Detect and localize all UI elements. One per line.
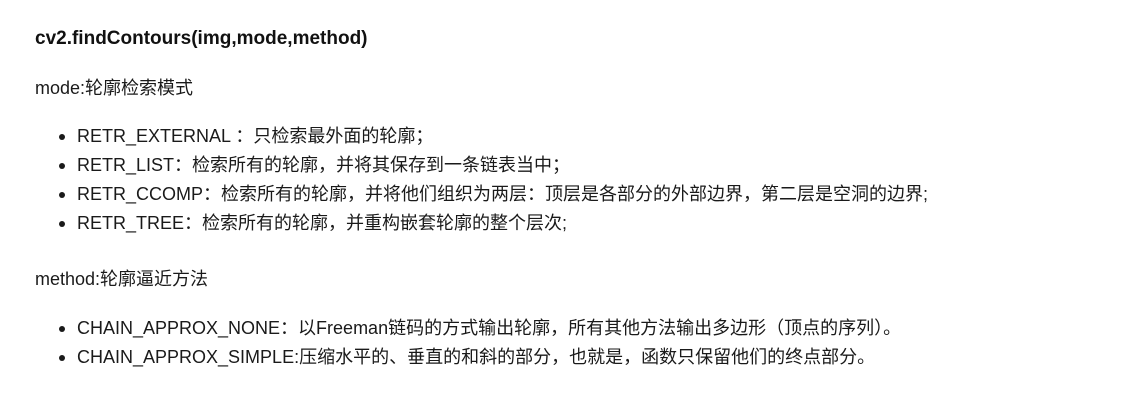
- mode-options-list: RETR_EXTERNAL ：只检索最外面的轮廓； RETR_LIST：检索所有…: [35, 122, 928, 238]
- list-item-retr-external: RETR_EXTERNAL ：只检索最外面的轮廓；: [35, 122, 928, 151]
- bullet-icon: [59, 326, 65, 332]
- mode-heading: mode:轮廓检索模式: [35, 78, 194, 98]
- bullet-icon: [59, 355, 65, 361]
- list-item-retr-tree: RETR_TREE：检索所有的轮廓，并重构嵌套轮廓的整个层次;: [35, 209, 928, 238]
- list-item-text: RETR_EXTERNAL ：只检索最外面的轮廓；: [77, 126, 434, 146]
- method-options-list: CHAIN_APPROX_NONE：以Freeman链码的方式输出轮廓，所有其他…: [35, 314, 901, 372]
- document-page: cv2.findContours(img,mode,method) mode:轮…: [0, 0, 1136, 404]
- list-item-text: RETR_LIST：检索所有的轮廓，并将其保存到一条链表当中；: [77, 155, 571, 175]
- list-item-text: CHAIN_APPROX_SIMPLE:压缩水平的、垂直的和斜的部分，也就是，函…: [77, 347, 876, 367]
- list-item-chain-approx-none: CHAIN_APPROX_NONE：以Freeman链码的方式输出轮廓，所有其他…: [35, 314, 901, 343]
- list-item-text: RETR_CCOMP：检索所有的轮廓，并将他们组织为两层：顶层是各部分的外部边界…: [77, 184, 929, 204]
- method-heading: method:轮廓逼近方法: [35, 269, 209, 289]
- bullet-icon: [59, 163, 65, 169]
- list-item-text: CHAIN_APPROX_NONE：以Freeman链码的方式输出轮廓，所有其他…: [77, 318, 902, 338]
- list-item-chain-approx-simple: CHAIN_APPROX_SIMPLE:压缩水平的、垂直的和斜的部分，也就是，函…: [35, 343, 901, 372]
- list-item-retr-list: RETR_LIST：检索所有的轮廓，并将其保存到一条链表当中；: [35, 151, 928, 180]
- list-item-retr-ccomp: RETR_CCOMP：检索所有的轮廓，并将他们组织为两层：顶层是各部分的外部边界…: [35, 180, 928, 209]
- bullet-icon: [59, 134, 65, 140]
- bullet-icon: [59, 221, 65, 227]
- bullet-icon: [59, 192, 65, 198]
- list-item-text: RETR_TREE：检索所有的轮廓，并重构嵌套轮廓的整个层次;: [77, 213, 568, 233]
- function-signature: cv2.findContours(img,mode,method): [35, 28, 368, 49]
